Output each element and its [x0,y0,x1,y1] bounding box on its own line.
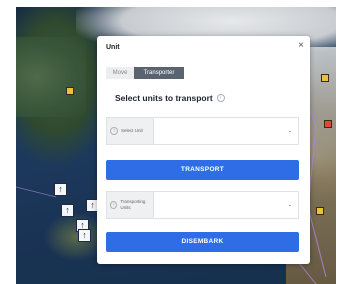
section-title-text: Select units to transport [115,93,213,103]
transporting-units-dropdown[interactable]: ⌄ [153,191,299,219]
select-unit-field: i Select Unit ⌄ [106,117,299,145]
tab-transporter[interactable]: Transporter [134,67,184,79]
base-marker[interactable] [66,87,74,95]
dialog-title: Unit [106,44,120,51]
chevron-down-icon: ⌄ [287,128,292,134]
select-unit-label: Select Unit [121,128,143,133]
base-marker[interactable] [321,74,329,82]
transporting-units-label: Transporting Units [120,199,146,210]
base-marker[interactable] [324,120,332,128]
info-icon[interactable]: i [216,94,225,102]
tab-move[interactable]: Move [106,67,134,79]
unit-marker-arrow-up-icon[interactable]: ↑ [78,229,91,242]
transporting-units-field: i Transporting Units ⌄ [106,191,299,219]
unit-marker-arrow-up-icon[interactable]: ↑ [61,204,74,217]
close-icon[interactable]: × [298,41,304,51]
transport-button[interactable]: TRANSPORT [106,160,299,180]
unit-marker-arrow-up-icon[interactable]: ↑ [54,183,67,196]
chevron-down-icon: ⌄ [287,202,292,208]
disembark-button[interactable]: DISEMBARK [106,232,299,252]
transporting-units-label-box: i Transporting Units [106,191,153,219]
unit-dialog: Unit × Move Transporter Select units to … [97,36,310,264]
section-title: Select units to transport i [115,93,225,103]
select-unit-dropdown[interactable]: ⌄ [153,117,299,145]
dialog-tabs: Move Transporter [106,67,184,79]
base-marker[interactable] [316,207,324,215]
info-icon[interactable]: i [110,201,118,209]
select-unit-label-box: i Select Unit [106,117,153,145]
info-icon[interactable]: i [110,127,118,135]
